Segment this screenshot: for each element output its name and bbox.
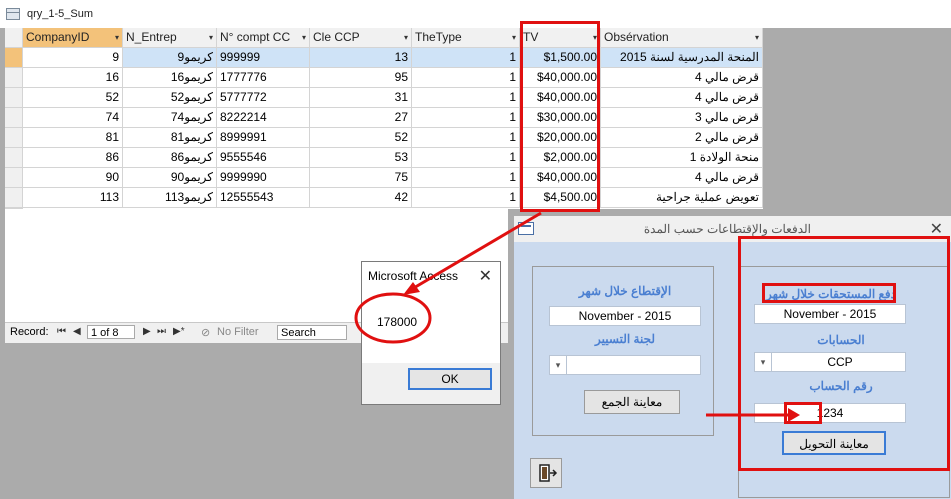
sum-arrowhead bbox=[403, 282, 420, 295]
total-value-circle bbox=[354, 292, 432, 344]
sum-arrow bbox=[411, 211, 542, 291]
annotation-overlay bbox=[354, 211, 800, 422]
input-arrowhead bbox=[788, 408, 800, 422]
